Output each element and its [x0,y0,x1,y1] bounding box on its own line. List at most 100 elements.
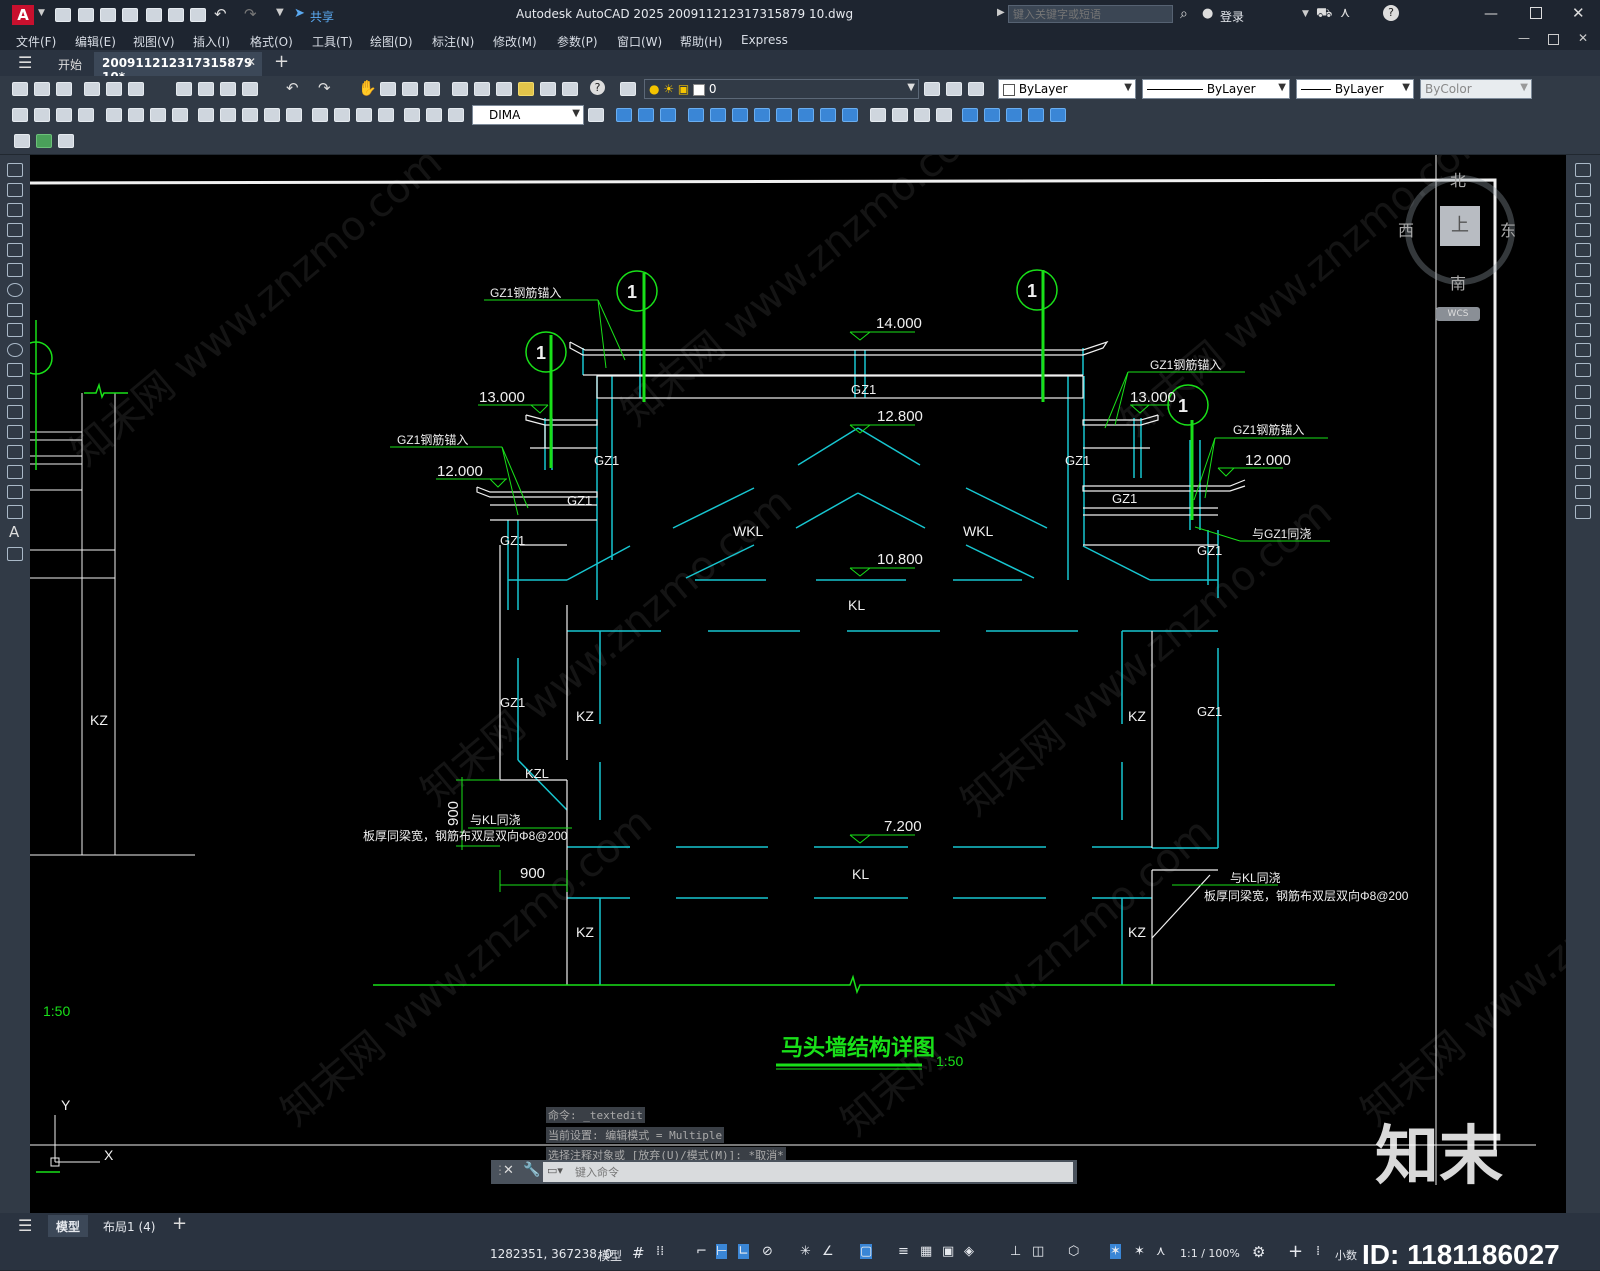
table-tool-icon[interactable] [7,505,23,519]
layer-chevron-icon[interactable]: ▼ [907,82,915,93]
layer-on-icon[interactable]: ● [649,82,659,96]
osnap-icon[interactable]: ▢ [860,1244,873,1259]
ellipse-arc-tool-icon[interactable] [7,363,23,377]
region-tool-icon[interactable] [7,485,23,499]
auto-scale-icon[interactable]: ✶ [1134,1244,1145,1259]
matchprop-icon[interactable] [242,82,258,96]
layer-state-icon[interactable] [968,82,984,96]
ellipse-tool-icon[interactable] [7,343,23,357]
workspace-gear-icon[interactable]: ⚙ [1252,1243,1265,1261]
start-tab[interactable]: 开始 [58,56,82,73]
dim-baseline-icon[interactable] [220,108,236,122]
preview-icon[interactable] [106,82,122,96]
layer-properties-icon[interactable] [620,82,636,96]
polyline-tool-icon[interactable] [7,203,23,217]
markup-icon[interactable] [540,82,556,96]
break-point-tool-icon[interactable] [1575,385,1591,399]
layer-freeze-icon[interactable]: ☀ [663,82,674,96]
annotation-scale-icon[interactable]: ⋏ [1156,1244,1166,1259]
document-tab[interactable]: 200911212317315879 10* ✕ [94,52,262,84]
menu-window[interactable]: 窗口(W) [617,33,662,50]
dimstyle-chevron-icon[interactable]: ▼ [572,108,580,119]
hamburger-menu-icon[interactable]: ☰ [18,53,32,72]
block-tool-2-icon[interactable] [36,134,52,148]
doc-close-icon[interactable]: ✕ [1578,31,1588,45]
search-icon[interactable]: ⌕ [1180,6,1188,22]
transparency-icon[interactable]: ▦ [920,1244,932,1259]
cloud-open-icon[interactable] [146,8,162,22]
solid-tool-3-icon[interactable] [914,108,930,122]
share-button[interactable]: 共享 [310,8,334,25]
solid-tool-1-icon[interactable] [870,108,886,122]
menu-file[interactable]: 文件(F) [16,33,56,50]
doc-minimize-icon[interactable]: — [1518,31,1530,45]
make-block-icon[interactable] [7,405,23,419]
redo-icon[interactable]: ↷ [244,5,257,23]
snap-icon[interactable]: ⁞⁞ [656,1244,664,1259]
quick-dim-icon[interactable] [198,108,214,122]
help-toolbar-icon[interactable]: ? [590,80,605,95]
menu-modify[interactable]: 修改(M) [493,33,537,50]
solid-tool-2-icon[interactable] [892,108,908,122]
mtext-tool-icon[interactable]: A [9,523,19,541]
dim-break-icon[interactable] [286,108,302,122]
dim-jogged-icon[interactable] [128,108,144,122]
gradient-tool-icon[interactable] [7,465,23,479]
app-menu-chevron-icon[interactable]: ▼ [38,8,45,18]
modify-tool-2-icon[interactable] [638,108,654,122]
open-file-icon[interactable] [78,8,94,22]
polar-icon[interactable]: ⊘ [762,1244,773,1259]
pan-icon[interactable]: ✋ [358,79,377,97]
solid-tool-7-icon[interactable] [1006,108,1022,122]
layout-menu-icon[interactable]: ☰ [18,1216,32,1235]
lineweight-chevron-icon[interactable]: ▼ [1402,82,1410,93]
layer-dropdown[interactable]: ● ☀ ▣ 0 ▼ [644,79,919,99]
extend-tool-icon[interactable] [1575,363,1591,377]
solid-tool-8-icon[interactable] [1028,108,1044,122]
menu-parametric[interactable]: 参数(P) [557,33,598,50]
dim-edit-icon[interactable] [404,108,420,122]
menu-draw[interactable]: 绘图(D) [370,33,413,50]
modify-tool-11-icon[interactable] [842,108,858,122]
cart-icon[interactable]: ⛟ [1316,6,1332,23]
chamfer-tool-icon[interactable] [1575,445,1591,459]
line-tool-icon[interactable] [7,163,23,177]
selection-cycling-icon[interactable]: ▣ [942,1244,954,1259]
spline-tool-icon[interactable] [7,323,23,337]
login-chevron-icon[interactable]: ▼ [1302,9,1309,19]
arc-tool-icon[interactable] [7,263,23,277]
new-tab-icon[interactable]: + [274,51,289,72]
grid-icon[interactable]: # [632,1244,645,1262]
save-icon[interactable] [100,8,116,22]
dim-text-edit-icon[interactable] [426,108,442,122]
plotstyle-dropdown[interactable]: ByColor ▼ [1420,79,1532,99]
modify-tool-9-icon[interactable] [798,108,814,122]
redo-toolbar-icon[interactable]: ↷ [318,79,331,97]
selection-filter-icon[interactable]: ◫ [1032,1244,1044,1259]
command-close-icon[interactable]: ✕ [503,1163,514,1178]
expand-search-icon[interactable]: ▶ [997,7,1005,18]
customize-qat-icon[interactable]: ▼ [276,7,284,18]
modify-tool-10-icon[interactable] [820,108,836,122]
solid-tool-9-icon[interactable] [1050,108,1066,122]
menu-insert[interactable]: 插入(I) [193,33,230,50]
copy-tool-icon[interactable] [1575,183,1591,197]
lineweight-display-icon[interactable]: ≡ [898,1244,909,1259]
modify-tool-7-icon[interactable] [754,108,770,122]
command-prompt-icon[interactable]: ▭▾ [547,1164,563,1177]
new-layout-icon[interactable]: + [172,1213,187,1234]
polygon-tool-icon[interactable] [7,223,23,237]
point-tool-icon[interactable] [7,425,23,439]
color-chevron-icon[interactable]: ▼ [1124,82,1132,93]
close-window-icon[interactable]: ✕ [1572,4,1585,22]
user-icon[interactable]: ● [1202,6,1213,21]
viewcube-top-face[interactable]: 上 [1440,206,1480,246]
calculator-icon[interactable] [562,82,578,96]
model-space-button[interactable]: 模型 [598,1247,622,1264]
zoom-window-icon[interactable] [402,82,418,96]
print-icon[interactable] [190,8,206,22]
model-tab[interactable]: 模型 [48,1215,88,1237]
tool-palettes-icon[interactable] [496,82,512,96]
rectangle-tool-icon[interactable] [7,243,23,257]
viewcube[interactable]: 上 [1405,175,1515,285]
